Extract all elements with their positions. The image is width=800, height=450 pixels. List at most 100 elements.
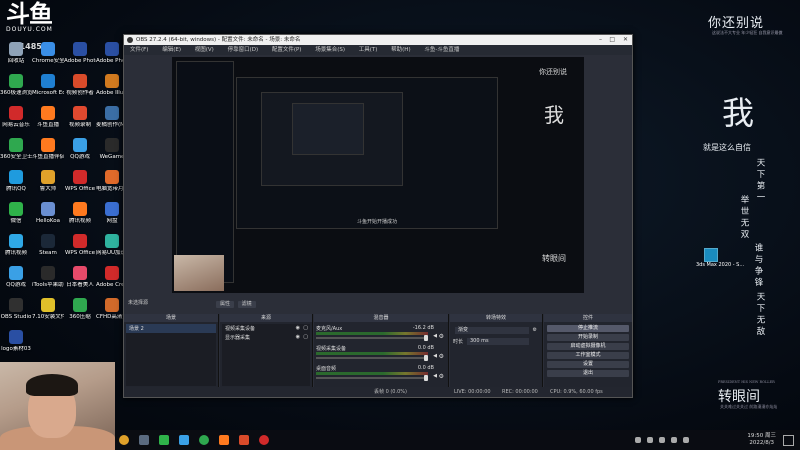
transition-select[interactable]: 渐变 ⚙	[453, 327, 539, 335]
exit-button[interactable]: 退出	[547, 370, 629, 377]
volume-slider[interactable]	[316, 337, 428, 339]
menu-view[interactable]: 视图(V)	[195, 47, 214, 53]
app-icon	[41, 42, 55, 56]
gear-icon[interactable]: ⚙	[439, 373, 444, 380]
lock-icon[interactable]: ▢	[303, 334, 308, 340]
desktop-icon-label: 斗鱼直播伴侣	[32, 154, 64, 160]
duration-input[interactable]: 300 ms	[467, 338, 529, 345]
app-icon	[73, 138, 87, 152]
preview-nested-obs-inner	[261, 92, 403, 186]
app-icon	[105, 42, 119, 56]
desktop-icon-label: Adobe Photosh...	[64, 58, 96, 64]
gear-icon[interactable]: ⚙	[439, 353, 444, 360]
browser-360-icon[interactable]	[199, 435, 209, 445]
app-icon	[9, 330, 23, 344]
source-item[interactable]: 显示器采集 ◉ ▢	[222, 333, 310, 342]
file-explorer-icon[interactable]	[139, 435, 149, 445]
rec-time: REC: 00:00:00	[502, 389, 538, 395]
mixer-dock: 混音器 麦克风/Aux -16.2 dB ◀ ⚙ 视频采集设备 0.0 dB ◀…	[314, 314, 449, 396]
obs-titlebar[interactable]: OBS 27.2.4 (64-bit, windows) - 配置文件: 未命名…	[124, 35, 632, 45]
volume-slider[interactable]	[316, 377, 428, 379]
desktop-icon-label: Steam	[39, 250, 57, 256]
taskbar-clock[interactable]: 19:50 周三 2022/8/3	[747, 433, 776, 447]
speaker-icon[interactable]: ◀	[433, 333, 437, 339]
tray-icon[interactable]	[683, 437, 689, 443]
obs-preview[interactable]: 斗鱼开始开播成功 你还别说 我 转眼间	[172, 57, 584, 293]
obs-window[interactable]: OBS 27.2.4 (64-bit, windows) - 配置文件: 未命名…	[123, 34, 633, 398]
app-icon	[9, 266, 23, 280]
start-recording-button[interactable]: 开始录制	[547, 334, 629, 341]
desktop-icon-label: 视频录制	[68, 122, 91, 128]
app-icon	[41, 298, 55, 312]
wechat-icon[interactable]	[159, 435, 169, 445]
gear-icon[interactable]: ⚙	[533, 327, 537, 333]
recorder-icon[interactable]	[239, 435, 249, 445]
desktop-icon[interactable]: 7.10安装文件	[32, 298, 64, 336]
scene-item[interactable]: 场景 2	[126, 324, 216, 333]
lock-icon[interactable]: ▢	[303, 325, 308, 331]
transition-type[interactable]: 渐变	[455, 327, 529, 334]
no-source-label: 未选择源	[128, 300, 149, 306]
source-item[interactable]: 视频采集设备 ◉ ▢	[222, 324, 310, 333]
menu-tools[interactable]: 工具(T)	[359, 47, 378, 53]
volume-slider-handle[interactable]	[424, 355, 428, 361]
app-icon	[105, 138, 119, 152]
gear-icon[interactable]: ⚙	[439, 333, 444, 340]
tray-icon[interactable]	[671, 437, 677, 443]
controls-dock: 控件 停止推流 开始录制 启动虚拟摄像机 工作室模式 设置 退出	[544, 314, 632, 396]
netease-music-icon[interactable]	[259, 435, 269, 445]
dropped-frames: 丢帧 0 (0.0%)	[374, 389, 407, 395]
desktop-icon-label: QQ游戏	[70, 154, 90, 160]
menu-file[interactable]: 文件(F)	[130, 47, 148, 53]
minimize-icon[interactable]: –	[599, 35, 602, 45]
app-icon	[9, 202, 23, 216]
live-time: LIVE: 00:00:00	[454, 389, 491, 395]
maximize-icon[interactable]: □	[609, 35, 615, 45]
douyu-companion-icon[interactable]	[219, 435, 229, 445]
close-icon[interactable]: ✕	[623, 35, 628, 45]
mixer-channel-db: 0.0 dB	[417, 365, 434, 371]
qq-icon[interactable]	[179, 435, 189, 445]
menu-scene-collection[interactable]: 场景集合(S)	[315, 47, 345, 53]
menu-help[interactable]: 帮助(H)	[391, 47, 410, 53]
desktop-icon-label: 网易云音乐	[2, 122, 30, 128]
desktop-icon-label: WPS Office	[64, 186, 96, 192]
desktop-icon-label: WPS Office	[64, 250, 96, 256]
properties-button[interactable]: 属性	[216, 301, 235, 308]
preview-wallpaper-char: 我	[544, 103, 564, 127]
desktop-icon-label: 视频创作者	[66, 90, 94, 96]
menu-docks[interactable]: 停靠窗口(D)	[228, 47, 259, 53]
mixer-channel: 桌面音频 0.0 dB ◀ ⚙	[314, 364, 448, 384]
menu-edit[interactable]: 编辑(E)	[162, 47, 181, 53]
speaker-icon[interactable]: ◀	[433, 353, 437, 359]
volume-slider-handle[interactable]	[424, 375, 428, 381]
tray-icon[interactable]	[647, 437, 653, 443]
stop-streaming-button[interactable]: 停止推流	[547, 325, 629, 332]
studio-mode-button[interactable]: 工作室模式	[547, 352, 629, 359]
eye-icon[interactable]: ◉	[296, 325, 300, 331]
mixer-channel-db: -16.2 dB	[412, 325, 434, 331]
volume-slider[interactable]	[316, 357, 428, 359]
desktop-icon-label: 腾讯视频	[4, 250, 27, 256]
notification-icon[interactable]	[783, 435, 794, 446]
menu-douyu[interactable]: 斗鱼-斗鱼直播	[424, 47, 459, 53]
tray-icon[interactable]	[635, 437, 641, 443]
chrome-icon[interactable]	[119, 435, 129, 445]
volume-slider-handle[interactable]	[424, 335, 428, 341]
app-icon	[73, 202, 87, 216]
filters-button[interactable]: 滤镜	[237, 301, 256, 308]
wallpaper-col2: 举世无双	[739, 195, 749, 241]
speaker-icon[interactable]: ◀	[433, 373, 437, 379]
desktop-icon-label: 360极速浏览器	[0, 90, 32, 96]
start-virtual-camera-button[interactable]: 启动虚拟摄像机	[547, 343, 629, 350]
menu-profile[interactable]: 配置文件(P)	[272, 47, 302, 53]
preview-webcam	[174, 255, 224, 291]
desktop-icon-3dsmax[interactable]: 3ds Max 2020 - S...	[696, 248, 744, 268]
eye-icon[interactable]: ◉	[296, 334, 300, 340]
app-icon	[73, 74, 87, 88]
tray-icon[interactable]	[659, 437, 665, 443]
settings-button[interactable]: 设置	[547, 361, 629, 368]
desktop-icon-label: Chrome安全浏览器	[32, 58, 64, 64]
desktop-icon[interactable]: 360压缩	[64, 298, 96, 336]
desktop-icon-label: 鲁大师	[39, 186, 57, 192]
